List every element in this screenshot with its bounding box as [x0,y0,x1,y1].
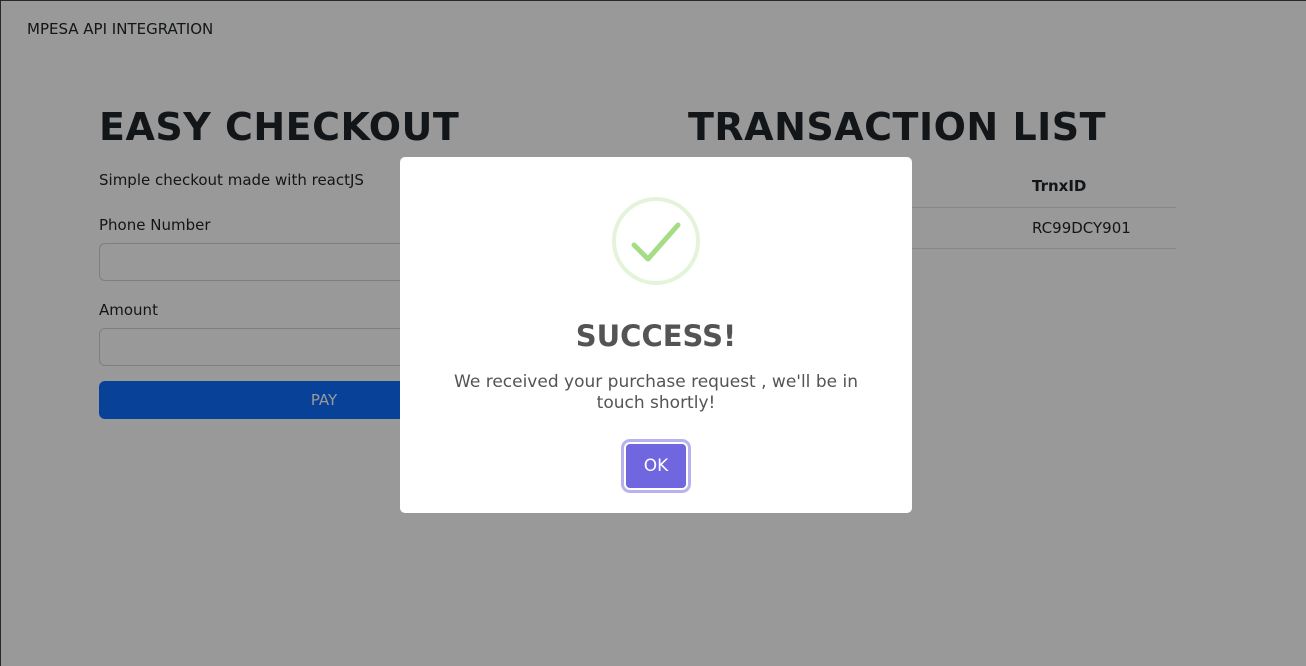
success-dialog: SUCCESS! We received your purchase reque… [400,157,912,513]
dialog-message: We received your purchase request , we'l… [454,372,858,413]
dialog-title: SUCCESS! [575,319,737,353]
checkmark-icon [631,222,681,262]
success-check-icon [612,197,700,285]
ok-button[interactable]: OK [624,442,688,490]
